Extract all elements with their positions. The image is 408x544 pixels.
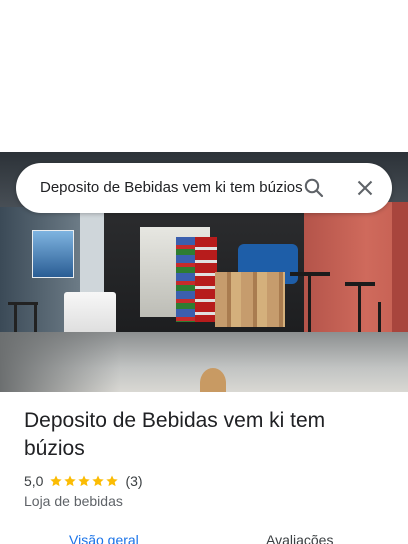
star-icon xyxy=(64,475,77,487)
close-icon[interactable] xyxy=(353,176,377,200)
star-icon xyxy=(106,475,119,487)
star-icon xyxy=(50,475,63,487)
search-icon[interactable] xyxy=(302,176,326,200)
place-tabs: Visão geral Avaliações xyxy=(0,528,408,544)
review-count[interactable]: (3) xyxy=(125,473,142,489)
star-icon xyxy=(78,475,91,487)
place-title: Deposito de Bebidas vem ki tem búzios xyxy=(24,409,326,460)
search-input[interactable]: Deposito de Bebidas vem ki tem búzios xyxy=(40,163,302,213)
search-bar[interactable]: Deposito de Bebidas vem ki tem búzios xyxy=(16,163,392,213)
place-category: Loja de bebidas xyxy=(24,493,123,509)
tab-reviews[interactable]: Avaliações xyxy=(266,532,333,544)
blank-map-area xyxy=(0,0,408,152)
rating-row[interactable]: 5,0 (3) xyxy=(24,472,143,490)
rating-value: 5,0 xyxy=(24,473,44,489)
star-icon xyxy=(92,475,105,487)
tab-overview[interactable]: Visão geral xyxy=(69,532,139,544)
star-rating xyxy=(49,474,119,488)
